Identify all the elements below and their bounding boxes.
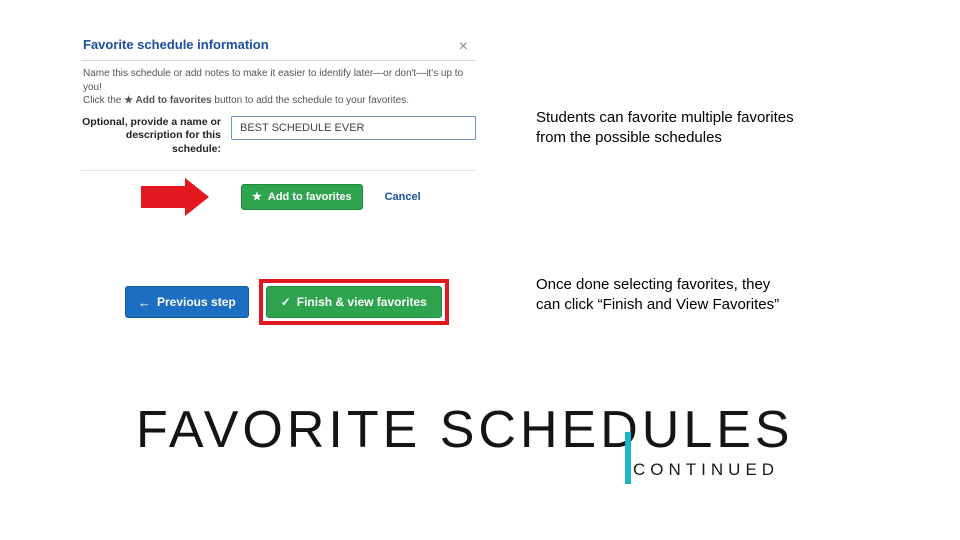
- schedule-name-input[interactable]: BEST SCHEDULE EVER: [231, 116, 476, 140]
- instr-line1: Name this schedule or add notes to make …: [83, 68, 463, 93]
- modal-instructions: Name this schedule or add notes to make …: [81, 67, 476, 108]
- modal-title: Favorite schedule information: [81, 33, 476, 58]
- favorite-modal-screenshot: Favorite schedule information × Name thi…: [81, 33, 476, 215]
- previous-step-label: Previous step: [157, 295, 236, 309]
- instr-line2b: ★ Add to favorites: [124, 95, 212, 106]
- add-to-favorites-label: Add to favorites: [268, 191, 352, 203]
- instr-line2c: button to add the schedule to your favor…: [212, 95, 409, 106]
- star-icon: ★: [252, 192, 262, 203]
- previous-step-button[interactable]: ← Previous step: [125, 286, 249, 318]
- check-icon: ✓: [281, 296, 291, 308]
- cancel-link[interactable]: Cancel: [385, 191, 421, 203]
- title-accent-bar: [625, 432, 631, 484]
- caption-favorite-multiple: Students can favorite multiple favorites…: [536, 108, 796, 149]
- divider: [81, 170, 476, 171]
- instr-line2a: Click the: [83, 95, 124, 106]
- nav-buttons-screenshot: ← Previous step ✓ Finish & view favorite…: [125, 278, 471, 326]
- divider: [81, 60, 476, 61]
- finish-label: Finish & view favorites: [297, 295, 427, 309]
- name-label: Optional, provide a name or description …: [81, 116, 221, 157]
- finish-view-favorites-button[interactable]: ✓ Finish & view favorites: [266, 286, 442, 318]
- slide-title: FAVORITE SCHEDULES: [136, 400, 794, 460]
- arrow-left-icon: ←: [138, 296, 151, 309]
- name-row: Optional, provide a name or description …: [81, 116, 476, 157]
- highlight-arrow-icon: [141, 178, 213, 216]
- slide-subtitle: CONTINUED: [633, 460, 779, 480]
- add-to-favorites-button[interactable]: ★ Add to favorites: [241, 184, 363, 210]
- close-icon[interactable]: ×: [459, 39, 468, 55]
- caption-finish-view: Once done selecting favorites, they can …: [536, 275, 796, 316]
- highlight-box: ✓ Finish & view favorites: [259, 279, 449, 325]
- modal-actions: ★ Add to favorites Cancel: [81, 181, 476, 213]
